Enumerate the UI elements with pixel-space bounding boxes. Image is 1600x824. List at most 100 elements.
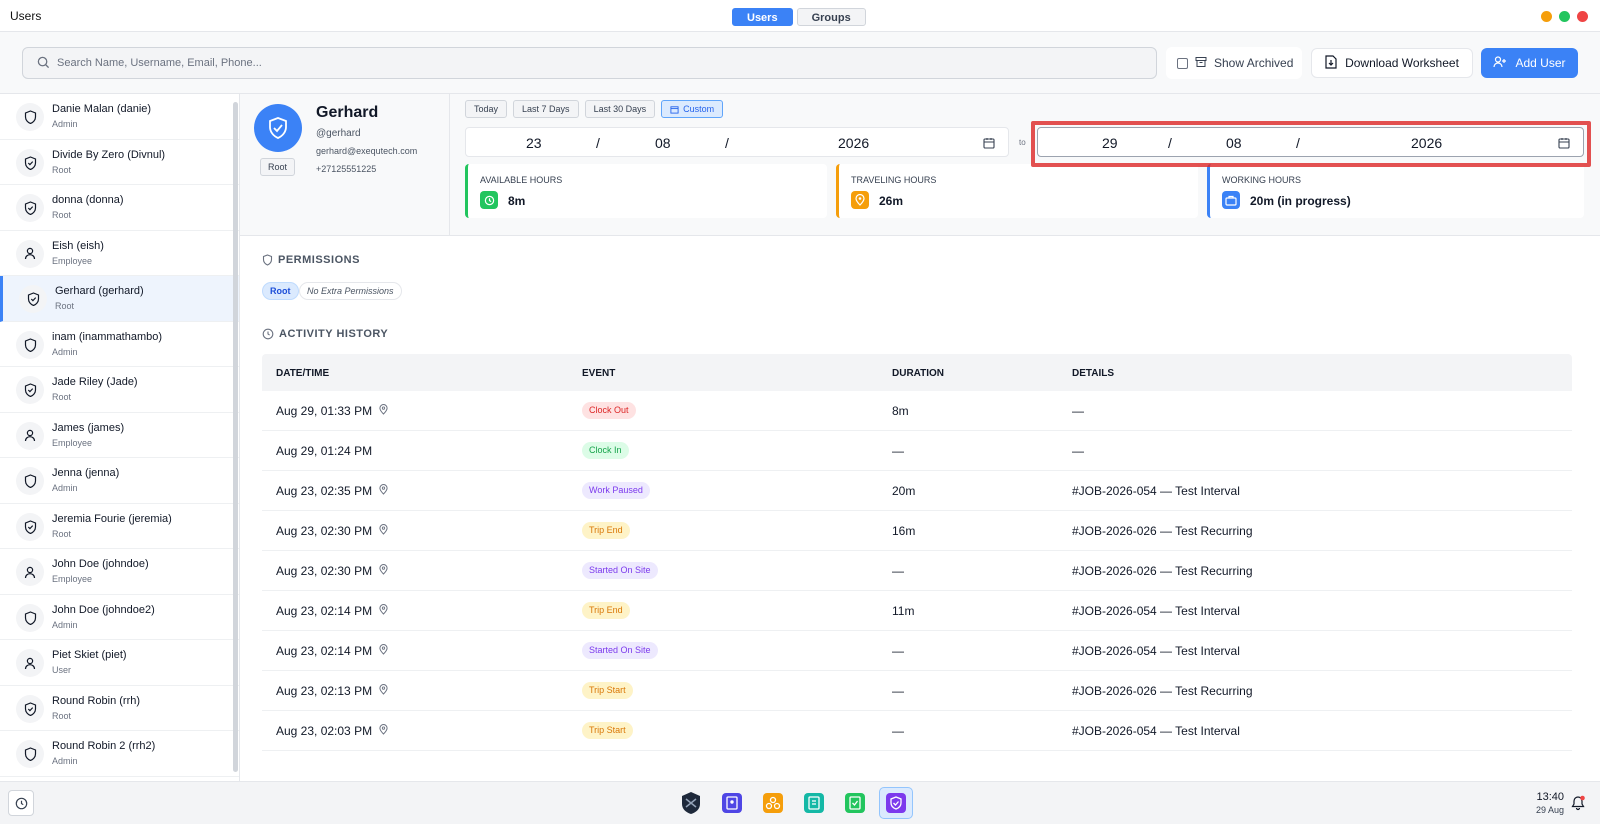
location-pin-icon[interactable] xyxy=(379,604,388,618)
table-row: Aug 23, 02:14 PM Started On Site — #JOB-202… xyxy=(262,631,1572,671)
available-hours-value: 8m xyxy=(508,194,526,208)
close-button[interactable] xyxy=(1577,11,1588,22)
row-duration: 8m xyxy=(892,404,909,418)
table-row: Aug 29, 01:24 PM Clock In — — xyxy=(262,431,1572,471)
user-role: Employee xyxy=(52,255,93,266)
activity-history-title: ACTIVITY HISTORY xyxy=(279,328,389,340)
app-logo-icon[interactable] xyxy=(674,787,708,819)
user-list-item[interactable]: Divide By Zero (Divnul) Root xyxy=(0,140,239,185)
user-role: Root xyxy=(52,528,72,539)
user-list-item[interactable]: inam (inammathambo) Admin xyxy=(0,322,239,367)
date-from-input[interactable]: 23 / 08 / 2026 xyxy=(465,127,1009,157)
row-details: #JOB-2026-026 — Test Recurring xyxy=(1072,564,1253,578)
row-duration: — xyxy=(892,684,904,698)
app-groups-icon[interactable] xyxy=(756,787,790,819)
user-name: Eish (eish) xyxy=(52,239,104,252)
location-pin-icon[interactable] xyxy=(379,684,388,698)
search-icon xyxy=(37,56,50,74)
working-hours-card: WORKING HOURS 20m (in progress) xyxy=(1207,164,1584,218)
app-users-icon[interactable] xyxy=(879,787,913,819)
shield-check-icon xyxy=(269,117,287,139)
profile-phone: +27125551225 xyxy=(316,164,377,174)
profile-username: @gerhard xyxy=(316,128,361,139)
search-input[interactable] xyxy=(57,48,1147,78)
notification-bell-icon[interactable] xyxy=(1570,795,1586,816)
user-list-scrollbar[interactable] xyxy=(233,102,238,772)
user-list-item[interactable]: Jeremia Fourie (jeremia) Root xyxy=(0,504,239,549)
taskbar: 13:40 29 Aug xyxy=(0,781,1600,824)
calendar-icon[interactable] xyxy=(983,136,995,152)
archive-icon xyxy=(1195,56,1207,71)
row-details: — xyxy=(1072,404,1084,418)
event-badge: Clock Out xyxy=(582,402,636,419)
user-name: Jade Riley (Jade) xyxy=(52,376,138,388)
shield-check-icon xyxy=(16,694,44,723)
tab-groups[interactable]: Groups xyxy=(796,8,866,26)
show-archived-checkbox[interactable] xyxy=(1177,57,1188,69)
user-list-item[interactable]: Jenna (jenna) Admin xyxy=(0,458,239,504)
tab-users[interactable]: Users xyxy=(732,8,793,26)
range-custom-button[interactable]: Custom xyxy=(661,100,724,118)
row-details: #JOB-2026-026 — Test Recurring xyxy=(1072,684,1253,698)
location-pin-icon[interactable] xyxy=(379,404,388,418)
user-list-item[interactable]: Round Robin 2 (rrh2) Admin xyxy=(0,731,239,777)
user-role: Root xyxy=(52,210,72,220)
minimize-button[interactable] xyxy=(1541,11,1552,22)
location-pin-icon[interactable] xyxy=(379,644,388,658)
traveling-hours-label: TRAVELING HOURS xyxy=(851,175,937,185)
table-row: Aug 23, 02:13 PM Trip Start — #JOB-2026-026… xyxy=(262,671,1572,711)
table-row: Aug 23, 02:30 PM Trip End 16m #JOB-2026-026… xyxy=(262,511,1572,551)
user-list-item[interactable]: donna (donna) Root xyxy=(0,185,239,231)
app-contacts-icon[interactable] xyxy=(715,787,749,819)
date-from-day: 23 xyxy=(526,135,542,151)
user-list-item[interactable]: Round Robin (rrh) Root xyxy=(0,686,239,731)
range-today-button[interactable]: Today xyxy=(465,100,508,118)
calendar-icon xyxy=(670,105,679,114)
user-list-item[interactable]: Jade Riley (Jade) Root xyxy=(0,367,239,413)
user-list-item[interactable]: Gerhard (gerhard) Root xyxy=(0,276,239,322)
row-datetime: Aug 23, 02:14 PM xyxy=(276,644,388,658)
download-worksheet-button[interactable]: Download Worksheet xyxy=(1311,48,1473,78)
range-7-days-button[interactable]: Last 7 Days xyxy=(513,100,579,118)
shield-icon xyxy=(16,467,44,495)
user-list-item[interactable]: Piet Skiet (piet) User xyxy=(0,640,239,686)
shield-icon xyxy=(16,103,44,131)
user-list-item[interactable]: John Doe (johndoe2) Admin xyxy=(0,595,239,640)
traveling-hours-value: 26m xyxy=(879,194,904,208)
user-list-item[interactable]: Danie Malan (danie) Admin xyxy=(0,94,239,140)
title-bar: Users Users Groups xyxy=(0,0,1600,32)
maximize-button[interactable] xyxy=(1559,11,1570,22)
location-pin-icon[interactable] xyxy=(379,564,388,578)
permission-role-chip: Root xyxy=(262,282,299,300)
date-from-year: 2026 xyxy=(838,135,870,151)
activity-history-heading: ACTIVITY HISTORY xyxy=(262,328,388,340)
user-role: Employee xyxy=(52,437,93,448)
window-title: Users xyxy=(10,9,42,23)
row-duration: 16m xyxy=(892,524,916,538)
history-button[interactable] xyxy=(8,790,34,816)
user-name: inam (inammathambo) xyxy=(52,330,163,343)
briefcase-icon xyxy=(1222,191,1240,209)
event-badge: Trip End xyxy=(582,522,630,539)
user-list-item[interactable]: James (james) Employee xyxy=(0,413,239,458)
user-role: Employee xyxy=(52,574,93,584)
row-details: #JOB-2026-054 — Test Interval xyxy=(1072,644,1240,658)
add-user-label: Add User xyxy=(1515,56,1566,70)
shield-check-icon xyxy=(19,285,47,313)
location-pin-icon[interactable] xyxy=(379,484,388,498)
table-header: DATE/TIME EVENT DURATION DETAILS xyxy=(262,354,1572,391)
location-pin-icon[interactable] xyxy=(379,524,388,538)
profile-card: Root Gerhard @gerhard gerhard@exequtech.… xyxy=(240,94,450,236)
user-name: John Doe (johndoe) xyxy=(52,558,149,570)
location-pin-icon[interactable] xyxy=(379,724,388,738)
row-duration: — xyxy=(892,564,904,578)
user-list-item[interactable]: Eish (eish) Employee xyxy=(0,231,239,276)
show-archived-toggle[interactable]: Show Archived xyxy=(1166,47,1302,79)
app-tasks-icon[interactable] xyxy=(838,787,872,819)
add-user-button[interactable]: Add User xyxy=(1481,48,1578,78)
app-billing-icon[interactable] xyxy=(797,787,831,819)
user-list-item[interactable]: John Doe (johndoe) Employee xyxy=(0,549,239,595)
working-hours-value: 20m (in progress) xyxy=(1250,194,1351,208)
range-30-days-button[interactable]: Last 30 Days xyxy=(584,100,656,118)
row-datetime: Aug 23, 02:30 PM xyxy=(276,524,388,538)
